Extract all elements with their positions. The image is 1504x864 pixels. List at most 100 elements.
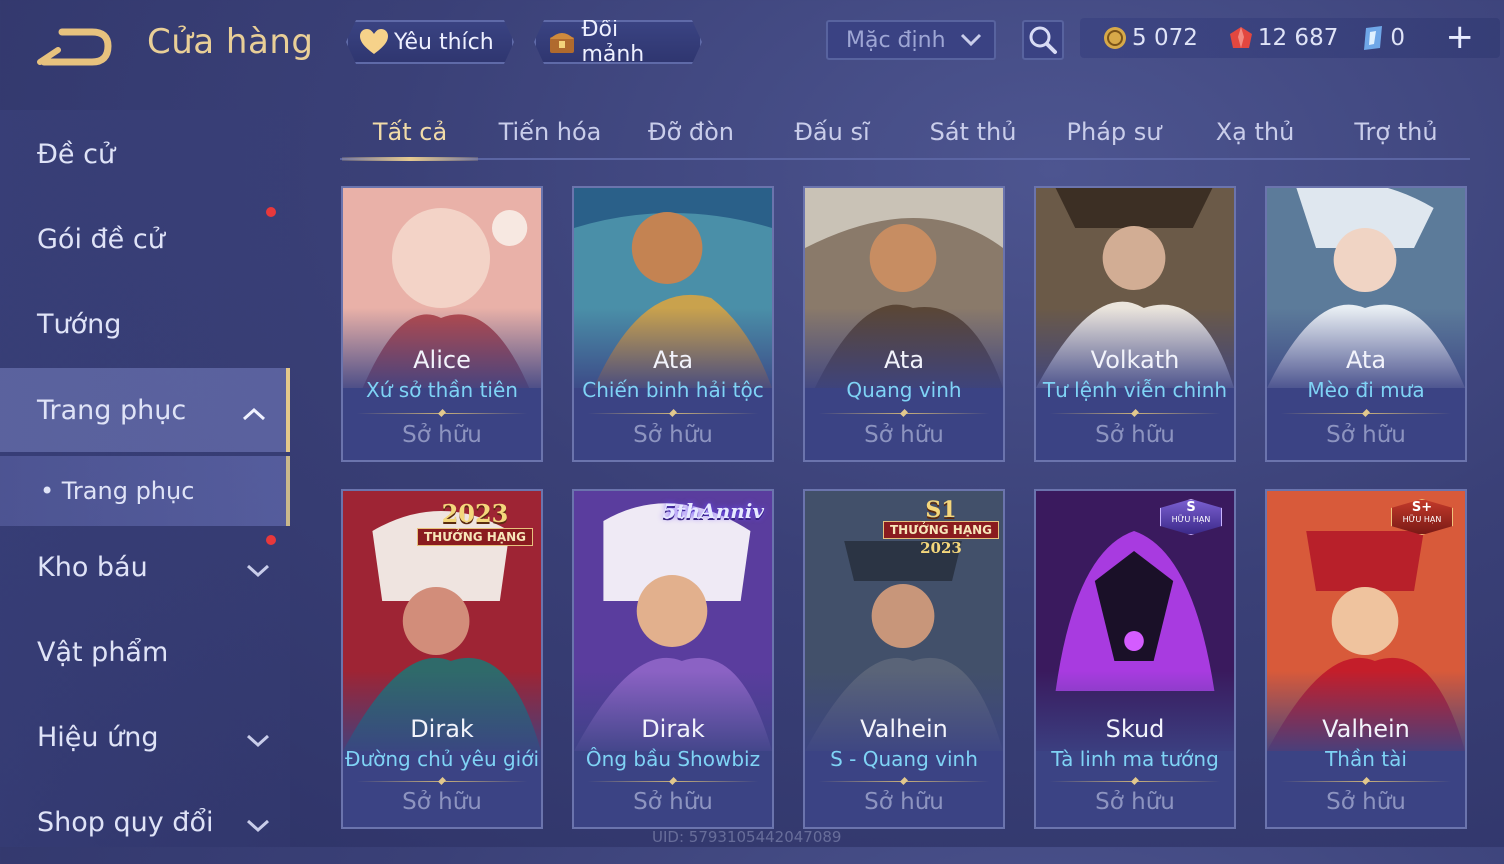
ownership-status: Sở hữu xyxy=(864,422,944,448)
hero-name: Valhein xyxy=(860,715,948,743)
notification-dot xyxy=(266,535,276,545)
anniversary-badge: 5thAnniv xyxy=(662,499,764,523)
badge-year: 2023 xyxy=(441,499,509,528)
hero-name: Volkath xyxy=(1090,346,1180,374)
chevron-down-icon xyxy=(246,810,270,841)
sidebar-item-skins[interactable]: Trang phục xyxy=(0,368,290,452)
voucher-gem-icon xyxy=(1228,25,1254,51)
skin-card[interactable]: Ata Quang vinh Sở hữu xyxy=(803,186,1005,462)
shard-amount: 0 xyxy=(1390,25,1405,51)
sidebar-item-treasure[interactable]: Kho báu xyxy=(0,525,290,609)
hero-name: Ata xyxy=(652,346,694,374)
skin-name: Đường chủ yêu giới xyxy=(344,747,540,771)
tab-tank[interactable]: Đỡ đòn xyxy=(623,106,759,158)
rank-reward-badge: 2023 THƯỞNG HẠNG xyxy=(416,499,533,546)
ownership-status: Sở hữu xyxy=(402,789,482,815)
chest-icon xyxy=(546,26,577,58)
tab-assassin[interactable]: Sát thủ xyxy=(905,106,1041,158)
ownership-status: Sở hữu xyxy=(402,422,482,448)
sidebar-item-label: Đề cử xyxy=(37,138,116,170)
skin-card[interactable]: Alice Xứ sở thần tiên Sở hữu xyxy=(341,186,543,462)
gold-coin-icon xyxy=(1102,25,1128,51)
sort-dropdown[interactable]: Mặc định xyxy=(826,20,996,60)
tab-marksman[interactable]: Xạ thủ xyxy=(1187,106,1323,158)
favorites-button[interactable]: Yêu thích xyxy=(346,20,514,64)
skin-name: S - Quang vinh xyxy=(830,747,978,771)
hero-name: Alice xyxy=(413,346,471,374)
user-id-watermark: UID: 5793105442047089 xyxy=(652,828,842,846)
ownership-status: Sở hữu xyxy=(864,789,944,815)
sidebar-item-label: Tướng xyxy=(37,308,122,340)
tab-evolution[interactable]: Tiến hóa xyxy=(482,106,618,158)
shard-exchange-button[interactable]: Đổi mảnh xyxy=(534,20,702,64)
hero-name: Ata xyxy=(1345,346,1387,374)
sidebar-item-featured[interactable]: Đề cử xyxy=(0,112,290,196)
skin-name: Quang vinh xyxy=(846,378,962,402)
chevron-down-icon xyxy=(960,28,982,53)
gold-amount: 5 072 xyxy=(1132,25,1198,51)
hero-name: Dirak xyxy=(641,715,705,743)
add-currency-button[interactable]: + xyxy=(1446,20,1475,54)
sidebar-item-featured-bundles[interactable]: Gói đề cử xyxy=(0,197,290,281)
skin-card[interactable]: S+ HỮU HẠN Valhein Thần tài Sở hữu xyxy=(1265,489,1467,829)
rank-reward-badge: S1 THƯỞNG HẠNG 2023 xyxy=(882,499,999,557)
shard-crystal-icon xyxy=(1360,24,1386,52)
skin-card[interactable]: Volkath Tư lệnh viễn chinh Sở hữu xyxy=(1034,186,1236,462)
tab-fighter[interactable]: Đấu sĩ xyxy=(764,106,900,158)
chevron-down-icon xyxy=(246,555,270,586)
tab-mage[interactable]: Pháp sư xyxy=(1046,106,1182,158)
sidebar-item-effects[interactable]: Hiệu ứng xyxy=(0,695,290,779)
skin-card[interactable]: 5thAnniv Dirak Ông bầu Showbiz Sở hữu xyxy=(572,489,774,829)
hero-name: Skud xyxy=(1105,715,1165,743)
hero-name: Valhein xyxy=(1322,715,1410,743)
sidebar: Đề cử Gói đề cử Tướng Trang phục • Trang… xyxy=(0,110,290,847)
sidebar-item-items[interactable]: Vật phẩm xyxy=(0,610,290,694)
notification-dot xyxy=(266,207,276,217)
skin-name: Tư lệnh viễn chinh xyxy=(1042,378,1228,402)
tab-support[interactable]: Trợ thủ xyxy=(1328,106,1464,158)
skin-card[interactable]: Ata Chiến binh hải tộc Sở hữu xyxy=(572,186,774,462)
gold-balance: 5 072 xyxy=(1102,25,1198,51)
currency-bar: 5 072 12 687 0 + xyxy=(1080,18,1500,58)
sidebar-item-label: Vật phẩm xyxy=(37,636,169,668)
tab-all[interactable]: Tất cả xyxy=(342,106,478,161)
skin-card[interactable]: S1 THƯỞNG HẠNG 2023 Valhein S - Quang vi… xyxy=(803,489,1005,829)
badge-label: HỮU HẠN xyxy=(1402,515,1442,524)
ownership-status: Sở hữu xyxy=(1326,422,1406,448)
voucher-amount: 12 687 xyxy=(1257,25,1339,51)
shard-balance: 0 xyxy=(1360,24,1405,52)
sidebar-item-heroes[interactable]: Tướng xyxy=(0,282,290,366)
sidebar-subitem-skins[interactable]: • Trang phục xyxy=(0,456,290,526)
sidebar-item-label: Shop quy đổi xyxy=(37,806,214,838)
ownership-status: Sở hữu xyxy=(1095,789,1175,815)
ownership-status: Sở hữu xyxy=(1095,422,1175,448)
skin-name: Xứ sở thần tiên xyxy=(366,378,518,402)
sort-value: Mặc định xyxy=(846,27,946,53)
skin-card[interactable]: 2023 THƯỞNG HẠNG Dirak Đường chủ yêu giớ… xyxy=(341,489,543,829)
search-button[interactable] xyxy=(1022,20,1064,60)
heart-icon xyxy=(358,26,390,58)
badge-label: 5thAnniv xyxy=(662,499,764,523)
ownership-status: Sở hữu xyxy=(633,789,713,815)
skin-name: Tà linh ma tướng xyxy=(1051,747,1219,771)
hero-name: Ata xyxy=(883,346,925,374)
sidebar-item-label: • Trang phục xyxy=(40,477,195,505)
ownership-status: Sở hữu xyxy=(1326,789,1406,815)
limited-rank-badge: S+ HỮU HẠN xyxy=(1391,499,1453,535)
badge-tier: S+ xyxy=(1411,500,1433,515)
search-icon xyxy=(1029,26,1057,54)
sidebar-item-exchange-shop[interactable]: Shop quy đổi xyxy=(0,780,290,864)
sidebar-item-label: Gói đề cử xyxy=(37,223,165,255)
skin-name: Thần tài xyxy=(1325,747,1407,771)
chevron-down-icon xyxy=(246,725,270,756)
page-title: Cửa hàng xyxy=(147,22,314,62)
skin-card[interactable]: Ata Mèo đi mưa Sở hữu xyxy=(1265,186,1467,462)
skin-card[interactable]: S HỮU HẠN Skud Tà linh ma tướng Sở hữu xyxy=(1034,489,1236,829)
chevron-up-icon xyxy=(242,398,266,429)
sidebar-item-label: Trang phục xyxy=(37,394,187,426)
badge-label: HỮU HẠN xyxy=(1171,515,1211,524)
back-button[interactable] xyxy=(36,22,116,70)
badge-label: THƯỞNG HẠNG xyxy=(416,528,533,546)
skin-name: Chiến binh hải tộc xyxy=(582,378,764,402)
skin-name: Ông bầu Showbiz xyxy=(585,747,761,771)
